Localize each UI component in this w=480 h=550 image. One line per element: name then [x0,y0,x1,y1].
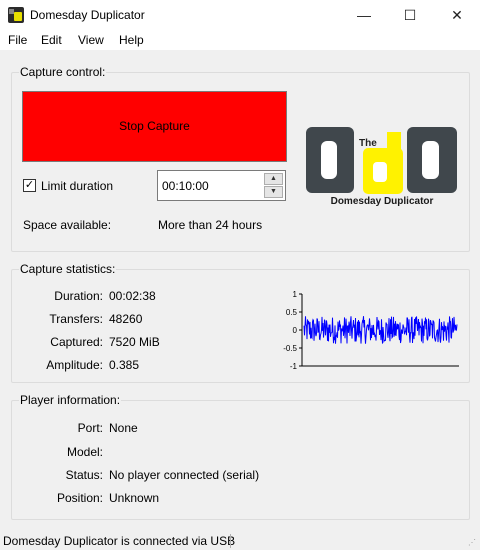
menu-edit[interactable]: Edit [41,33,62,47]
minimize-button[interactable]: — [341,0,387,30]
port-value: None [109,421,138,435]
maximize-button[interactable]: ☐ [387,0,433,30]
player-information-title: Player information: [19,393,122,407]
stop-capture-button[interactable]: Stop Capture [22,91,287,162]
window-title: Domesday Duplicator [30,8,145,22]
captured-label: Captured: [50,335,103,349]
status-bar: Domesday Duplicator is connected via USB… [0,530,480,550]
capture-statistics-title: Capture statistics: [19,262,117,276]
duration-label: Duration: [54,289,103,303]
y-tick-label: 0.5 [286,308,298,317]
spin-down-button[interactable]: ▼ [264,186,283,198]
logo-the-text: The [359,138,377,149]
amplitude-value: 0.385 [109,358,140,372]
space-available-label: Space available: [23,218,112,232]
transfers-value: 48260 [109,312,143,326]
menu-bar: File Edit View Help [0,30,480,50]
spin-up-button[interactable]: ▲ [264,173,283,185]
model-label: Model: [66,445,103,459]
duration-time-value: 00:10:00 [162,179,209,193]
close-button[interactable]: ✕ [434,0,480,30]
menu-help[interactable]: Help [119,33,144,47]
app-icon [8,7,24,23]
transfers-label: Transfers: [49,312,103,326]
captured-value: 7520 MiB [109,335,160,349]
title-bar: Domesday Duplicator — ☐ ✕ [0,0,480,30]
position-label: Position: [56,491,103,505]
menu-file[interactable]: File [8,33,27,47]
amplitude-plot: 1 0.5 0 -0.5 -1 [283,290,459,371]
y-tick-label: 1 [293,290,298,299]
waveform-series [303,316,458,344]
y-tick-label: -1 [290,362,298,371]
port-label: Port: [77,421,103,435]
status-label: Status: [65,468,103,482]
domesday-duplicator-logo: The Domesday Duplicator [306,127,457,207]
duration-time-input[interactable]: 00:10:00 ▲ ▼ [157,170,286,201]
limit-duration-label: Limit duration [41,179,114,193]
status-value: No player connected (serial) [109,468,260,482]
status-bar-text: Domesday Duplicator is connected via USB [3,534,236,548]
limit-duration-checkbox[interactable]: ✓ [23,179,36,192]
logo-caption: Domesday Duplicator [331,196,434,207]
y-tick-label: -0.5 [283,344,297,353]
resize-grip-icon[interactable]: ⋰ [468,538,478,548]
capture-control-title: Capture control: [19,65,107,79]
status-bar-separator [230,534,231,548]
y-tick-label: 0 [293,326,298,335]
menu-view[interactable]: View [78,33,104,47]
amplitude-label: Amplitude: [46,358,103,372]
duration-value: 00:02:38 [109,289,156,303]
space-available-value: More than 24 hours [158,218,263,232]
position-value: Unknown [109,491,160,505]
